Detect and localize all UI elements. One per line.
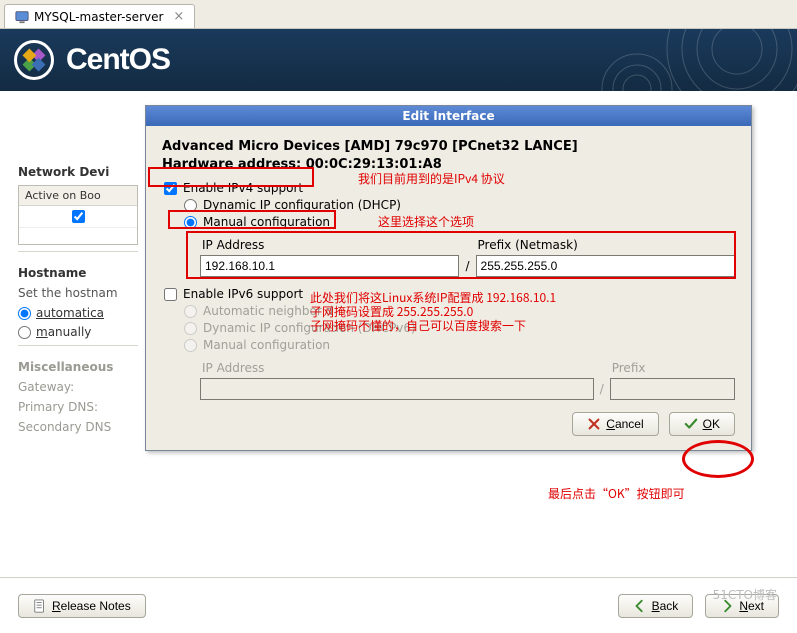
ipv6-address-block: IP Address / Prefix [200,358,735,400]
ipv6-address-input [200,378,594,400]
ipv4-manual-label: Manual configuration [203,215,330,229]
gateway-label: Gateway: [18,380,138,394]
ip6-label: IP Address [200,358,594,378]
prefix6-label: Prefix [610,358,735,378]
enable-ipv6-row: Enable IPv6 support [162,287,735,301]
ipv4-dhcp-row: Dynamic IP configuration (DHCP) [162,198,735,212]
arrow-left-icon [633,599,647,613]
cancel-button[interactable]: Cancel [572,412,658,436]
hostname-auto-radio[interactable] [18,307,31,320]
heading-network-devices: Network Devi [18,165,138,179]
hostname-auto-radio-row: automatica [18,306,138,320]
ipv6-auto-radio [184,305,197,318]
cancel-icon [587,417,601,431]
wizard-footer: Release Notes Back Next [0,577,797,633]
enable-ipv6-label: Enable IPv6 support [183,287,303,301]
primary-dns-label: Primary DNS: [18,400,138,414]
dialog-title: Edit Interface [146,106,751,126]
hostname-manual-radio-row: manually [18,325,138,339]
device-info: Advanced Micro Devices [AMD] 79c970 [PCn… [162,138,735,173]
ipv6-manual-label: Manual configuration [203,338,330,352]
ipv4-dhcp-label: Dynamic IP configuration (DHCP) [203,198,401,212]
ipv6-manual-radio [184,339,197,352]
edit-interface-dialog: Edit Interface Advanced Micro Devices [A… [145,105,752,451]
table-row [19,228,137,244]
ok-button[interactable]: OK [669,412,735,436]
banner: CentOS [0,29,797,91]
device-table[interactable]: Active on Boo [18,185,138,245]
hostname-manual-radio[interactable] [18,326,31,339]
heading-hostname: Hostname [18,266,138,280]
ipv6-dhcp-row: Dynamic IP configuration (DHCPv6) [162,321,735,335]
enable-ipv4-label: Enable IPv4 support [183,181,303,195]
ip-label: IP Address [200,235,459,255]
window-tabbar: MYSQL-master-server × [0,0,797,29]
ipv4-manual-radio[interactable] [184,216,197,229]
slash-separator: / [465,259,469,277]
vm-tab-label: MYSQL-master-server [34,10,163,24]
prefix-input[interactable] [476,255,735,277]
ipv4-manual-row: Manual configuration [162,215,735,229]
brand-title: CentOS [66,43,170,77]
enable-ipv4-checkbox[interactable] [164,182,177,195]
watermark: 51CTO博客 [713,586,777,603]
heading-misc: Miscellaneous [18,360,138,374]
vm-icon [15,10,29,24]
annotation-text-4: 最后点击“OK”按钮即可 [548,485,685,502]
swirl-decoration-icon [517,29,797,91]
ipv4-dhcp-radio[interactable] [184,199,197,212]
ipv6-auto-label: Automatic neighbor d [203,304,333,318]
vm-tab[interactable]: MYSQL-master-server × [4,4,195,28]
secondary-dns-label: Secondary DNS [18,420,138,434]
ipv6-auto-row: Automatic neighbor d [162,304,735,318]
set-hostname-text: Set the hostnam [18,286,138,300]
device-table-header[interactable]: Active on Boo [19,186,137,206]
table-row[interactable] [19,206,137,228]
release-notes-button[interactable]: Release Notes [18,594,146,618]
ok-icon [684,417,698,431]
active-on-boot-checkbox[interactable] [72,210,85,223]
ipv6-dhcp-label: Dynamic IP configuration (DHCPv6) [203,321,416,335]
ip-address-input[interactable] [200,255,459,277]
ipv6-dhcp-radio [184,322,197,335]
side-panel: Network Devi Active on Boo Hostname Set … [18,151,138,440]
ipv6-prefix-input [610,378,735,400]
ipv6-manual-row: Manual configuration [162,338,735,352]
close-icon[interactable]: × [173,9,184,24]
enable-ipv6-checkbox[interactable] [164,288,177,301]
notes-icon [33,599,47,613]
enable-ipv4-row: Enable IPv4 support [162,181,735,195]
prefix-label: Prefix (Netmask) [476,235,735,255]
centos-logo-icon [14,40,54,80]
back-button[interactable]: Back [618,594,694,618]
ipv4-address-block: IP Address / Prefix (Netmask) [200,235,735,277]
